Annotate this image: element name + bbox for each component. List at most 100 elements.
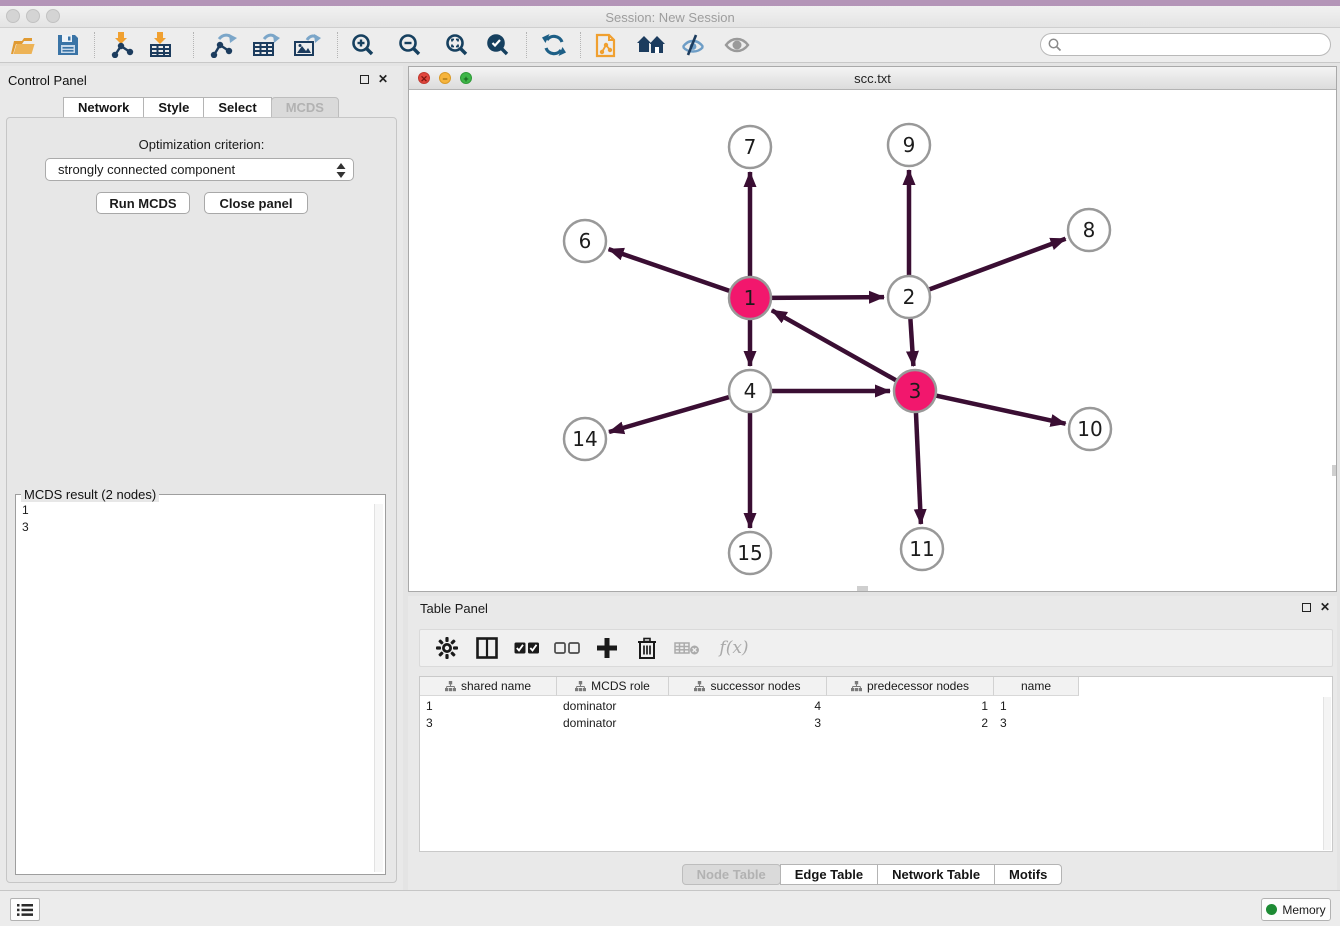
show-eye-icon[interactable] — [722, 31, 752, 59]
zoom-in-icon[interactable] — [348, 31, 378, 59]
column-type-icon — [445, 681, 456, 692]
cell-predecessor-nodes[interactable]: 1 — [827, 697, 994, 714]
select-stepper-icon — [335, 162, 347, 182]
tab-select[interactable]: Select — [203, 97, 271, 118]
node-label-4: 4 — [744, 379, 757, 403]
houses-icon[interactable] — [636, 31, 666, 59]
edge-3-11[interactable] — [916, 410, 921, 524]
splitter-grip[interactable] — [1332, 465, 1336, 476]
table-row[interactable]: 3dominator323 — [420, 714, 1079, 731]
optimization-select[interactable]: strongly connected component — [45, 158, 354, 181]
zoom-fit-icon[interactable] — [442, 31, 472, 59]
node-label-7: 7 — [744, 135, 757, 159]
splitter-grip[interactable] — [857, 586, 868, 591]
edge-3-1[interactable] — [772, 310, 899, 381]
close-panel-icon[interactable]: ✕ — [378, 74, 388, 84]
main-toolbar — [0, 28, 1340, 63]
memory-button[interactable]: Memory — [1261, 898, 1331, 921]
table-panel-title: Table Panel — [420, 601, 488, 616]
tab-motifs[interactable]: Motifs — [994, 864, 1062, 885]
table-row[interactable]: 1dominator411 — [420, 697, 1079, 714]
column-type-icon — [575, 681, 586, 692]
zoom-selected-icon[interactable] — [483, 31, 513, 59]
network-window-title: scc.txt — [409, 71, 1336, 86]
add-row-icon[interactable] — [594, 635, 620, 661]
refresh-layout-icon[interactable] — [539, 31, 569, 59]
cell-MCDS-role[interactable]: dominator — [557, 714, 669, 731]
export-network-icon[interactable] — [208, 31, 238, 59]
cell-shared-name[interactable]: 1 — [420, 697, 557, 714]
column-header-MCDS-role[interactable]: MCDS role — [557, 677, 669, 696]
control-panel-tabs: NetworkStyleSelectMCDS — [0, 97, 403, 118]
toolbar-separator — [193, 32, 194, 58]
import-table-icon[interactable] — [146, 31, 176, 59]
column-label: shared name — [461, 679, 531, 693]
cell-predecessor-nodes[interactable]: 2 — [827, 714, 994, 731]
result-scrollbar[interactable] — [374, 504, 383, 872]
close-table-panel-icon[interactable]: ✕ — [1320, 602, 1330, 612]
tab-mcds[interactable]: MCDS — [271, 97, 339, 118]
cell-successor-nodes[interactable]: 4 — [669, 697, 827, 714]
table-scrollbar[interactable] — [1323, 697, 1331, 850]
network-canvas[interactable]: 1234678910111415 — [409, 90, 1336, 591]
hide-eye-icon[interactable] — [678, 31, 708, 59]
delete-row-icon[interactable] — [634, 635, 660, 661]
close-panel-button[interactable]: Close panel — [204, 192, 308, 214]
settings-icon[interactable] — [434, 635, 460, 661]
table-tabs: Node TableEdge TableNetwork TableMotifs — [408, 864, 1337, 885]
import-network-icon[interactable] — [107, 31, 137, 59]
toolbar-separator — [337, 32, 338, 58]
float-table-panel-icon[interactable] — [1302, 603, 1311, 612]
tab-edge-table[interactable]: Edge Table — [780, 864, 878, 885]
zoom-out-icon[interactable] — [395, 31, 425, 59]
run-mcds-button[interactable]: Run MCDS — [96, 192, 190, 214]
tab-network-table[interactable]: Network Table — [877, 864, 995, 885]
column-header-predecessor-nodes[interactable]: predecessor nodes — [827, 677, 994, 696]
tab-node-table[interactable]: Node Table — [682, 864, 781, 885]
cell-MCDS-role[interactable]: dominator — [557, 697, 669, 714]
table-panel: Table Panel ✕ f(x) shared nameMCDS roles… — [408, 596, 1337, 890]
mcds-panel: Optimization criterion: strongly connect… — [6, 117, 397, 883]
node-table[interactable]: shared name MCDS role successor nodes prede… — [419, 676, 1333, 852]
edge-2-3[interactable] — [910, 316, 913, 366]
edge-1-6[interactable] — [609, 249, 732, 292]
export-table-icon[interactable] — [251, 31, 281, 59]
edge-4-14[interactable] — [609, 396, 732, 432]
export-image-icon[interactable] — [292, 31, 322, 59]
column-header-shared-name[interactable]: shared name — [420, 677, 557, 696]
memory-label: Memory — [1282, 903, 1325, 917]
deselect-all-icon[interactable] — [554, 635, 580, 661]
node-label-6: 6 — [579, 229, 592, 253]
network-window-titlebar[interactable]: ✕ − + scc.txt — [409, 67, 1336, 90]
open-session-icon[interactable] — [8, 31, 38, 59]
select-all-icon[interactable] — [514, 635, 540, 661]
edge-1-2[interactable] — [769, 297, 884, 298]
tab-network[interactable]: Network — [63, 97, 144, 118]
mcds-result-values: 1 3 — [22, 502, 29, 536]
cell-name[interactable]: 3 — [994, 714, 1079, 731]
task-history-button[interactable] — [10, 898, 40, 921]
cell-successor-nodes[interactable]: 3 — [669, 714, 827, 731]
network-graph[interactable]: 1234678910111415 — [409, 90, 1336, 591]
column-type-icon — [694, 681, 705, 692]
cell-shared-name[interactable]: 3 — [420, 714, 557, 731]
column-header-name[interactable]: name — [994, 677, 1079, 696]
node-label-2: 2 — [903, 285, 916, 309]
column-label: successor nodes — [710, 679, 800, 693]
node-label-8: 8 — [1083, 218, 1096, 242]
control-panel-title: Control Panel — [8, 73, 87, 88]
delete-table-icon — [674, 635, 700, 661]
optimization-select-value: strongly connected component — [58, 162, 235, 177]
tab-style[interactable]: Style — [143, 97, 204, 118]
float-panel-icon[interactable] — [360, 75, 369, 84]
edge-2-8[interactable] — [927, 239, 1066, 291]
save-session-icon[interactable] — [53, 31, 83, 59]
column-label: MCDS role — [591, 679, 650, 693]
column-header-successor-nodes[interactable]: successor nodes — [669, 677, 827, 696]
split-view-icon[interactable] — [474, 635, 500, 661]
document-network-icon[interactable] — [592, 31, 622, 59]
edge-3-10[interactable] — [934, 395, 1066, 424]
search-input[interactable] — [1062, 36, 1330, 54]
search-box — [1040, 33, 1331, 56]
cell-name[interactable]: 1 — [994, 697, 1079, 714]
